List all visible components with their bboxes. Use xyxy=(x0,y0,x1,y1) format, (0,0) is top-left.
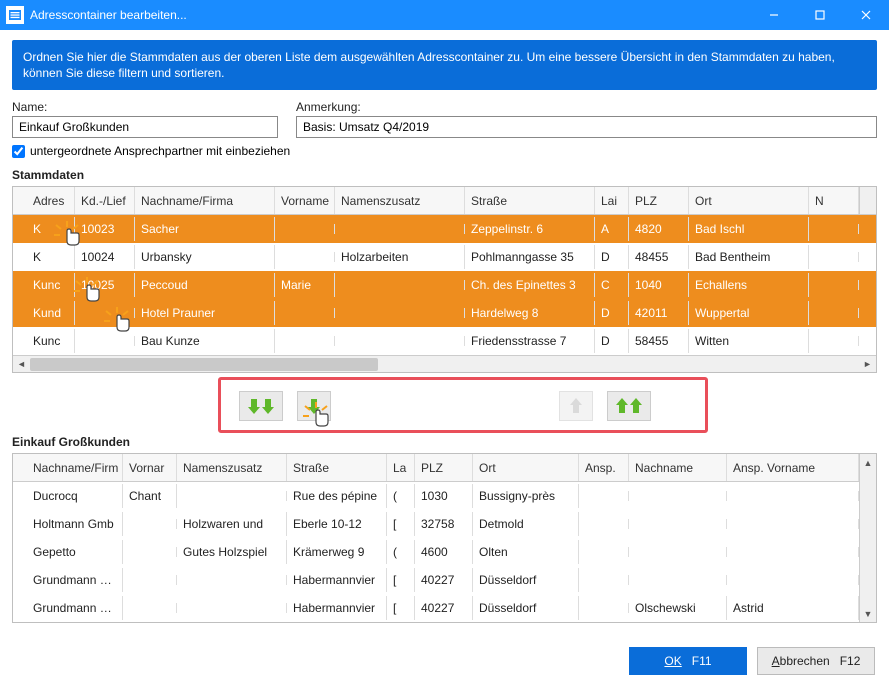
window-title: Adresscontainer bearbeiten... xyxy=(30,8,751,22)
name-label: Name: xyxy=(12,100,278,114)
col-ansp-nachname[interactable]: Nachname xyxy=(629,454,727,481)
minimize-button[interactable] xyxy=(751,0,797,30)
info-banner: Ordnen Sie hier die Stammdaten aus der o… xyxy=(12,40,877,90)
app-icon xyxy=(6,6,24,24)
top-grid-header[interactable]: Adres Kd.-/Lief Nachname/Firma Vorname N… xyxy=(13,187,876,215)
col-ansp[interactable]: Ansp. xyxy=(579,454,629,481)
move-up-button[interactable] xyxy=(559,391,593,421)
table-row[interactable]: Holtmann GmbHolzwaren undEberle 10-12[32… xyxy=(13,510,859,538)
titlebar: Adresscontainer bearbeiten... xyxy=(0,0,889,30)
table-row[interactable]: K10023SacherZeppelinstr. 6A4820Bad Ischl xyxy=(13,215,876,243)
col-namenszusatz[interactable]: Namenszusatz xyxy=(335,187,465,214)
ok-button[interactable]: OK F11 xyxy=(629,647,747,675)
stammdaten-grid[interactable]: Adres Kd.-/Lief Nachname/Firma Vorname N… xyxy=(12,186,877,373)
col-land[interactable]: La xyxy=(387,454,415,481)
container-grid[interactable]: Nachname/Firm Vornar Namenszusatz Straße… xyxy=(12,453,877,623)
col-nachname[interactable]: Nachname/Firma xyxy=(135,187,275,214)
move-down-button[interactable] xyxy=(297,391,331,421)
col-namenszusatz[interactable]: Namenszusatz xyxy=(177,454,287,481)
table-row[interactable]: Grundmann WeHabermannvier[40227Düsseldor… xyxy=(13,594,859,622)
col-nachname[interactable]: Nachname/Firm xyxy=(13,454,123,481)
table-row[interactable]: KundHotel PraunerHardelweg 8D42011Wupper… xyxy=(13,299,876,327)
col-strasse[interactable]: Straße xyxy=(465,187,595,214)
bottom-grid-title: Einkauf Großkunden xyxy=(12,435,877,449)
include-subcontacts-checkbox[interactable] xyxy=(12,145,25,158)
col-ort[interactable]: Ort xyxy=(473,454,579,481)
col-plz[interactable]: PLZ xyxy=(415,454,473,481)
maximize-button[interactable] xyxy=(797,0,843,30)
table-row[interactable]: Kunc10025PeccoudMarieCh. des Epinettes 3… xyxy=(13,271,876,299)
col-ansp-vorname[interactable]: Ansp. Vorname xyxy=(727,454,859,481)
move-all-down-button[interactable] xyxy=(239,391,283,421)
bottom-grid-vscroll[interactable]: ▲▼ xyxy=(859,454,876,622)
table-row[interactable]: Grundmann WeHabermannvier[40227Düsseldor… xyxy=(13,566,859,594)
col-adres[interactable]: Adres xyxy=(13,187,75,214)
close-button[interactable] xyxy=(843,0,889,30)
col-strasse[interactable]: Straße xyxy=(287,454,387,481)
col-ort[interactable]: Ort xyxy=(689,187,809,214)
col-next[interactable]: N xyxy=(809,187,859,214)
bottom-grid-header[interactable]: Nachname/Firm Vornar Namenszusatz Straße… xyxy=(13,454,859,482)
col-kd[interactable]: Kd.-/Lief xyxy=(75,187,135,214)
move-button-bar xyxy=(12,373,877,435)
cancel-rest: bbrechen xyxy=(780,654,830,668)
cancel-mnemonic: A xyxy=(772,654,780,668)
note-label: Anmerkung: xyxy=(296,100,877,114)
top-grid-hscroll[interactable]: ◄► xyxy=(13,355,876,372)
move-all-up-button[interactable] xyxy=(607,391,651,421)
cancel-button[interactable]: Abbrechen F12 xyxy=(757,647,875,675)
table-row[interactable]: KuncBau KunzeFriedensstrasse 7D58455Witt… xyxy=(13,327,876,355)
col-land[interactable]: Lai xyxy=(595,187,629,214)
table-row[interactable]: K10024UrbanskyHolzarbeitenPohlmanngasse … xyxy=(13,243,876,271)
table-row[interactable]: DucrocqChantRue des pépine(1030Bussigny-… xyxy=(13,482,859,510)
top-grid-title: Stammdaten xyxy=(12,168,877,182)
include-subcontacts-label: untergeordnete Ansprechpartner mit einbe… xyxy=(30,144,290,158)
table-row[interactable]: GepettoGutes HolzspielKrämerweg 9(4600Ol… xyxy=(13,538,859,566)
col-plz[interactable]: PLZ xyxy=(629,187,689,214)
col-vorname[interactable]: Vorname xyxy=(275,187,335,214)
col-vorname[interactable]: Vornar xyxy=(123,454,177,481)
dialog-footer: OK F11 Abbrechen F12 xyxy=(0,635,889,687)
name-input[interactable] xyxy=(12,116,278,138)
note-input[interactable] xyxy=(296,116,877,138)
